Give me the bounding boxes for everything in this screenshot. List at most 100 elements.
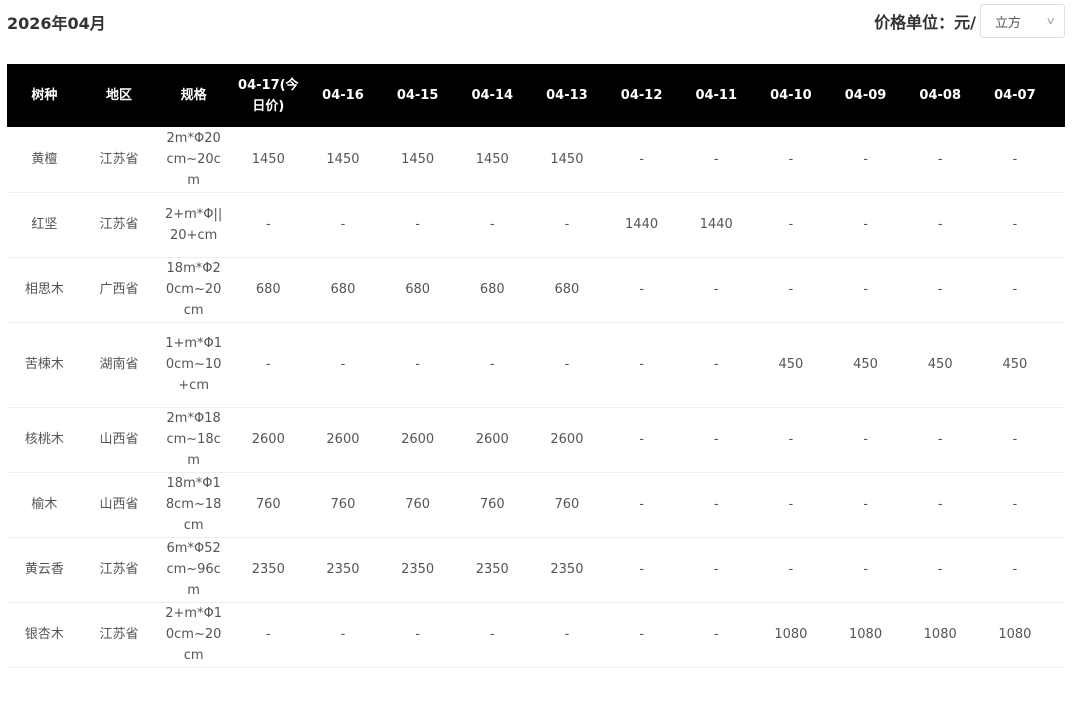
price-cell: - xyxy=(977,192,1053,258)
price-cell: - xyxy=(604,127,679,193)
price-cell: - xyxy=(305,322,381,408)
price-cell: - xyxy=(902,127,978,193)
price-cell: - xyxy=(529,602,605,668)
price-cell: - xyxy=(828,257,903,323)
price-cell: 450 xyxy=(753,322,829,408)
table-row: 苦楝木 湖南省 1+m*Φ10cm~10+cm - - - - - - -450 450 450 450… xyxy=(7,322,1065,408)
price-table-container[interactable]: 树种 地区 规格 04-17(今日价) 04-16 04-15 04-14 04-13 04-1… xyxy=(7,64,1065,726)
region-cell: 江苏省 xyxy=(81,127,157,193)
price-cell: 2350 xyxy=(454,537,530,603)
table-row: 银杏木 江苏省 2+m*Φ10cm~20cm - - - - - - -1080 1080 1080 1… xyxy=(7,602,1065,668)
price-cell: 450 xyxy=(828,322,903,408)
price-cell: 760 xyxy=(305,472,381,538)
region-cell: 江苏省 xyxy=(81,602,157,668)
price-cell: - xyxy=(454,322,530,408)
column-header: 规格 xyxy=(156,64,231,127)
price-cell: - xyxy=(1052,257,1065,323)
price-cell: 450 xyxy=(902,322,978,408)
price-cell: - xyxy=(977,127,1053,193)
price-cell: - xyxy=(678,257,754,323)
price-cell: - xyxy=(454,192,530,258)
price-unit-label: 价格单位：元/ xyxy=(874,13,976,32)
spec-cell: 2+m*Φ||20+cm xyxy=(156,192,231,258)
price-cell: 1440 xyxy=(604,192,679,258)
price-cell: - xyxy=(977,472,1053,538)
unit-select[interactable]: 立方 ∨ xyxy=(980,4,1065,38)
price-cell: 2600 xyxy=(380,407,455,473)
price-cell: 2600 xyxy=(305,407,381,473)
price-cell: - xyxy=(678,407,754,473)
price-cell: - xyxy=(753,537,829,603)
column-header: 04-08 xyxy=(902,64,978,127)
price-cell: 1450 xyxy=(380,127,455,193)
price-cell: - xyxy=(305,602,381,668)
price-cell: - xyxy=(604,602,679,668)
price-cell: - xyxy=(1052,322,1065,408)
price-cell: - xyxy=(753,407,829,473)
table-row: 红坚江苏省2+m*Φ||20+cm-----14401440----1440 xyxy=(7,192,1065,258)
price-cell: - xyxy=(753,472,829,538)
price-cell: 1450 xyxy=(230,127,306,193)
price-cell: - xyxy=(1052,472,1065,538)
column-header: 04-07 xyxy=(977,64,1053,127)
table-row: 黄檀 江苏省 2m*Φ20cm~20cm 1450 1450 1450 1450 1450- -… xyxy=(7,127,1065,193)
region-cell: 江苏省 xyxy=(81,537,157,603)
price-cell: 1450 xyxy=(305,127,381,193)
price-cell: - xyxy=(454,602,530,668)
species-cell: 苦楝木 xyxy=(7,322,82,408)
price-cell: - xyxy=(604,537,679,603)
column-header: 04-10 xyxy=(753,64,829,127)
spec-cell: 6m*Φ52cm~96cm xyxy=(156,537,231,603)
column-header: 04-17(今日价) xyxy=(230,64,306,127)
price-cell: 1440 xyxy=(1052,192,1065,258)
table-row: 榆木 山西省 18m*Φ18cm~18cm 760 760 760 760 760- - - - - -… xyxy=(7,472,1065,538)
price-cell: - xyxy=(753,257,829,323)
unit-select-value: 立方 xyxy=(995,15,1022,31)
column-header: 04-14 xyxy=(454,64,530,127)
species-cell: 红坚 xyxy=(7,192,82,258)
price-cell: 1080 xyxy=(902,602,978,668)
price-cell: - xyxy=(604,407,679,473)
table-row: 核桃木 山西省 2m*Φ18cm~18cm 2600 2600 2600 2600 2600-… xyxy=(7,407,1065,473)
price-cell: - xyxy=(977,537,1053,603)
price-cell: 2600 xyxy=(529,407,605,473)
column-header: 地区 xyxy=(81,64,157,127)
region-cell: 湖南省 xyxy=(81,322,157,408)
species-cell: 核桃木 xyxy=(7,407,82,473)
table-row: 黄云香 江苏省 6m*Φ52cm~96cm 2350 2350 2350 2350 2350-… xyxy=(7,537,1065,603)
price-cell: - xyxy=(380,192,455,258)
price-cell: - xyxy=(902,472,978,538)
column-header: 04-12 xyxy=(604,64,679,127)
price-cell: 450 xyxy=(977,322,1053,408)
price-cell: 680 xyxy=(230,257,306,323)
price-cell: - xyxy=(977,407,1053,473)
price-unit-control: 价格单位：元/ 立方 ∨ xyxy=(874,4,1065,38)
spec-cell: 1+m*Φ10cm~10+cm xyxy=(156,322,231,408)
price-cell: - xyxy=(828,192,903,258)
price-cell: 1080 xyxy=(977,602,1053,668)
table-header-row: 树种 地区 规格 04-17(今日价) 04-16 04-15 04-14 04-13 04-1… xyxy=(7,64,1065,127)
price-cell: 760 xyxy=(380,472,455,538)
spec-cell: 18m*Φ18cm~18cm xyxy=(156,472,231,538)
price-cell: - xyxy=(678,537,754,603)
price-cell: - xyxy=(305,192,381,258)
table-row: 相思木 广西省 18m*Φ20cm~20cm 680 680 680 680 680- - - - -… xyxy=(7,257,1065,323)
species-cell: 银杏木 xyxy=(7,602,82,668)
price-cell: - xyxy=(230,192,306,258)
price-cell: - xyxy=(380,602,455,668)
price-cell: 1080 xyxy=(828,602,903,668)
price-cell: - xyxy=(902,192,978,258)
species-cell: 黄云香 xyxy=(7,537,82,603)
region-cell: 山西省 xyxy=(81,407,157,473)
price-cell: 680 xyxy=(380,257,455,323)
page-title: 2026年04月 xyxy=(7,14,106,33)
chevron-down-icon: ∨ xyxy=(1045,15,1056,27)
price-cell: 2600 xyxy=(230,407,306,473)
price-cell: 760 xyxy=(454,472,530,538)
price-cell: - xyxy=(977,257,1053,323)
price-cell: - xyxy=(828,127,903,193)
species-cell: 榆木 xyxy=(7,472,82,538)
price-cell: - xyxy=(828,407,903,473)
column-header: 04-15 xyxy=(380,64,455,127)
price-cell: - xyxy=(230,322,306,408)
